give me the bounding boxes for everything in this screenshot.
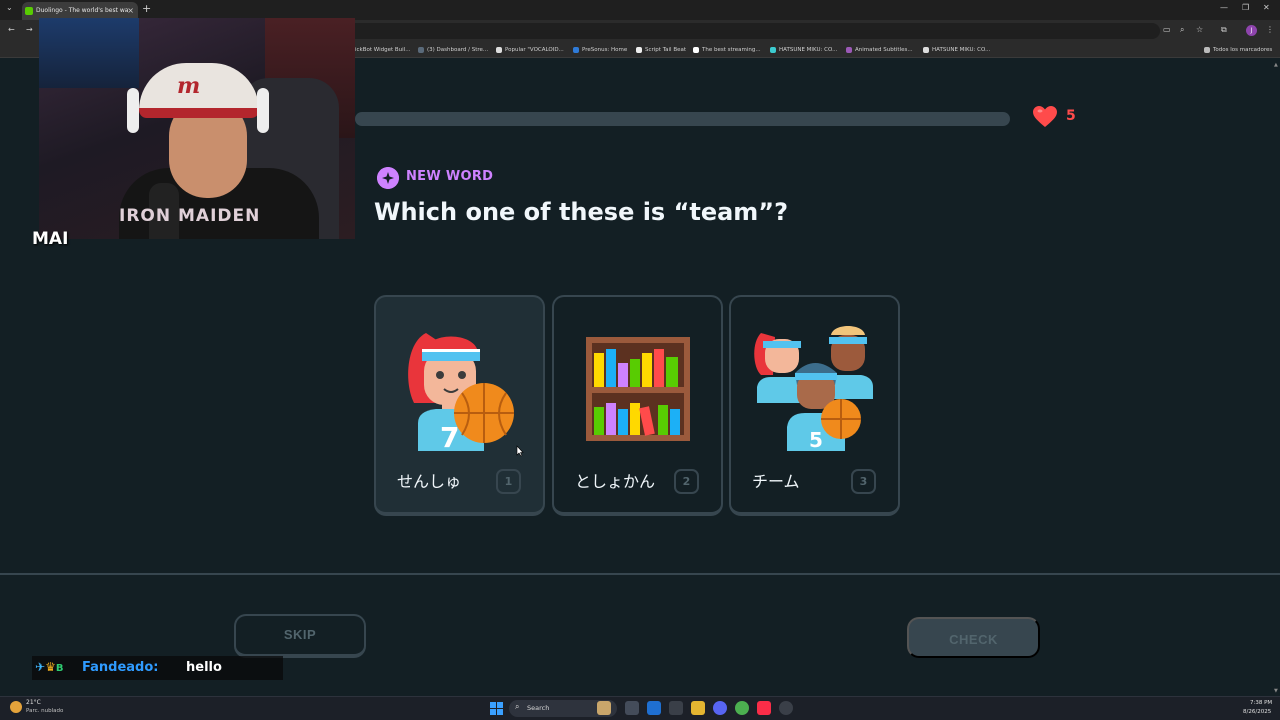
bookmark-item[interactable]: PreSonus: Home — [573, 42, 627, 58]
skip-button[interactable]: SKIP — [234, 614, 366, 658]
mouse-cursor-icon — [516, 445, 524, 457]
scroll-down-icon[interactable]: ▼ — [1274, 688, 1278, 694]
menu-dots-icon[interactable]: ⋮ — [1266, 25, 1274, 34]
music-app-icon[interactable] — [757, 701, 771, 715]
footer-divider — [0, 573, 1280, 575]
close-window-icon[interactable]: ✕ — [1263, 3, 1270, 12]
chatgpt-icon[interactable] — [779, 701, 793, 715]
choice-key-2: 2 — [674, 469, 699, 494]
start-icon[interactable] — [490, 702, 503, 715]
url-field[interactable] — [330, 23, 1160, 39]
weather-description[interactable]: Parc. nublado — [26, 708, 63, 714]
chat-badges: ✈♛B — [35, 660, 63, 674]
crown-badge-icon: ♛ — [45, 660, 56, 674]
clock-date[interactable]: 8/26/2025 — [1243, 709, 1271, 715]
chrome-icon[interactable] — [735, 701, 749, 715]
discord-icon[interactable] — [713, 701, 727, 715]
bookmark-item[interactable]: HATSUNE MIKU: CO... — [770, 42, 837, 58]
forward-icon[interactable]: → — [26, 25, 33, 34]
profile-avatar[interactable]: J — [1246, 25, 1257, 36]
search-icon: ⌕ — [515, 702, 520, 711]
bookshelf-library-icon — [586, 337, 690, 441]
sword-badge-icon: ✈ — [35, 660, 46, 674]
cap-logo: m — [177, 73, 201, 99]
bookmark-item[interactable]: HATSUNE MIKU: CO... — [923, 42, 990, 58]
duolingo-favicon-icon — [25, 7, 33, 15]
bookmark-item[interactable]: Script Tail Beat — [636, 42, 686, 58]
minimize-icon[interactable]: — — [1220, 3, 1228, 12]
hearts-count: 5 — [1066, 108, 1076, 124]
zoom-icon[interactable]: ⌕ — [1180, 25, 1184, 35]
browser-tab-bar: ⌄ Duolingo - The world's best wa × + — ❐… — [0, 0, 1280, 20]
chat-message: hello — [186, 660, 222, 675]
basketball-team-icon: 5 — [754, 326, 873, 451]
heart-icon — [1033, 106, 1057, 127]
chat-username: Fandeado: — [82, 660, 159, 675]
bookmark-star-icon[interactable]: ☆ — [1196, 25, 1203, 34]
new-tab-button[interactable]: + — [142, 2, 151, 15]
restore-icon[interactable]: ❐ — [1242, 3, 1249, 12]
windows-taskbar: 21°C Parc. nublado ⌕ Search 7:38 PM 8/26… — [0, 696, 1280, 720]
new-word-icon — [377, 167, 399, 189]
outlook-icon[interactable] — [647, 701, 661, 715]
bookmark-item[interactable]: (3) Dashboard / Stre... — [418, 42, 488, 58]
choice-word-1: せんしゅ — [397, 472, 462, 491]
bookmark-item[interactable]: Popular "VOCALOID... — [496, 42, 564, 58]
choice-word-3: チーム — [752, 472, 800, 491]
choice-card-3[interactable]: 5 チーム 3 — [729, 295, 900, 516]
chat-overlay: ✈♛B Fandeado: hello — [32, 656, 283, 680]
bookmark-item[interactable]: ickBot Widget Buil... — [355, 42, 410, 58]
sub-badge-icon: B — [55, 663, 64, 674]
bookmark-item[interactable]: The best streaming... — [693, 42, 761, 58]
app-icon[interactable] — [669, 701, 683, 715]
svg-text:7: 7 — [440, 421, 459, 451]
tab-title: Duolingo - The world's best wa — [36, 7, 129, 14]
weather-temperature[interactable]: 21°C — [26, 699, 41, 706]
new-word-label: NEW WORD — [406, 169, 494, 184]
page-scrollbar[interactable]: ▲ ▼ — [1274, 60, 1280, 696]
shirt-print: IRON MAIDEN — [119, 206, 261, 226]
extensions-icon[interactable]: ⧉ — [1221, 25, 1227, 35]
choice-key-3: 3 — [851, 469, 876, 494]
tab-search-icon[interactable]: ⌄ — [6, 3, 13, 12]
clock-time[interactable]: 7:38 PM — [1250, 700, 1272, 706]
back-icon[interactable]: ← — [8, 25, 15, 34]
svg-text:5: 5 — [809, 428, 823, 451]
choice-word-2: としょかん — [575, 472, 656, 491]
bookmark-item[interactable]: Animated Subtitles... — [846, 42, 913, 58]
check-button[interactable]: CHECK — [907, 617, 1040, 658]
streamer-webcam: m IRON MAIDEN — [39, 18, 355, 239]
choice-card-2[interactable]: としょかん 2 — [552, 295, 723, 516]
question-prompt: Which one of these is “team”? — [374, 198, 788, 226]
athlete-basketball-icon: 7 — [408, 333, 514, 451]
file-explorer-icon[interactable] — [691, 701, 705, 715]
choice-key-1: 1 — [496, 469, 521, 494]
streamer-name: MAI — [32, 229, 69, 249]
task-view-icon[interactable] — [625, 701, 639, 715]
widget-app-icon[interactable] — [597, 701, 611, 715]
weather-icon[interactable] — [10, 701, 22, 713]
lesson-progress-bar — [355, 112, 1010, 126]
scroll-up-icon[interactable]: ▲ — [1274, 62, 1278, 68]
choice-card-1[interactable]: 7 せんしゅ 1 — [374, 295, 545, 516]
all-bookmarks-folder[interactable]: Todos los marcadores — [1204, 42, 1272, 58]
taskbar-search-label: Search — [527, 704, 550, 712]
install-app-icon[interactable]: ▭ — [1163, 25, 1171, 34]
